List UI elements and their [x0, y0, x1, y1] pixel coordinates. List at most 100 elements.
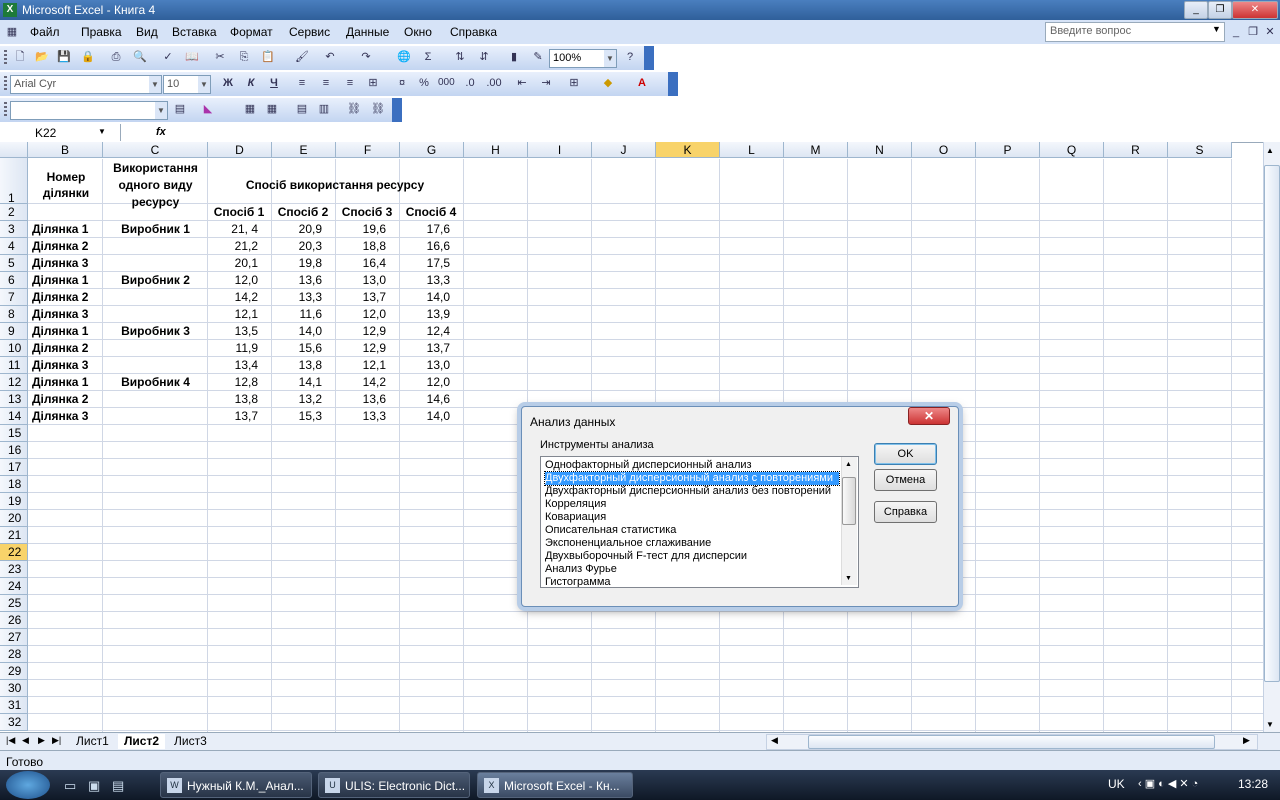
- horizontal-scroll-thumb[interactable]: [808, 735, 1215, 749]
- toolbar-grip[interactable]: [4, 76, 7, 92]
- row-header-6[interactable]: 6: [0, 272, 28, 289]
- row-header-30[interactable]: 30: [0, 680, 28, 697]
- tool-list-item[interactable]: Гистограмма: [545, 576, 611, 587]
- borders-icon[interactable]: ⊞: [566, 75, 582, 91]
- language-indicator[interactable]: UK: [1108, 777, 1125, 791]
- prev-sheet-icon[interactable]: ◀: [22, 735, 29, 746]
- cell-plot[interactable]: Ділянка 1: [32, 375, 101, 389]
- copy-icon[interactable]: ⎘: [236, 49, 252, 65]
- permission-icon[interactable]: 🔒: [80, 49, 96, 65]
- cell-value[interactable]: 13,7: [400, 341, 450, 355]
- font-select[interactable]: Arial Cyr ▼: [10, 75, 162, 94]
- font-size-select[interactable]: 10 ▼: [163, 75, 211, 94]
- task-ulis[interactable]: U ULIS: Electronic Dict...: [318, 772, 470, 798]
- row-header-9[interactable]: 9: [0, 323, 28, 340]
- link-icon[interactable]: ⛓: [346, 101, 362, 117]
- start-button-icon[interactable]: [6, 771, 50, 799]
- row-header-3[interactable]: 3: [0, 221, 28, 238]
- method-header-1[interactable]: Спосіб 1: [208, 205, 270, 219]
- cell-plot[interactable]: Ділянка 3: [32, 307, 101, 321]
- formula-bar[interactable]: [0, 124, 1280, 143]
- header-plot[interactable]: Номер ділянки: [32, 169, 100, 201]
- menu-window[interactable]: Окно: [404, 25, 432, 39]
- column-header-e[interactable]: E: [272, 142, 336, 158]
- tool-list-item[interactable]: Двухфакторный дисперсионный анализ без п…: [545, 485, 831, 498]
- row-header-15[interactable]: 15: [0, 425, 28, 442]
- column-header-p[interactable]: P: [976, 142, 1040, 158]
- cell-value[interactable]: 12,8: [208, 375, 258, 389]
- clock[interactable]: 13:28: [1238, 777, 1268, 791]
- cell-value[interactable]: 13,3: [272, 290, 322, 304]
- column-header-o[interactable]: O: [912, 142, 976, 158]
- cell-value[interactable]: 20,9: [272, 222, 322, 236]
- dialog-close-icon[interactable]: ✕: [908, 407, 950, 425]
- cell-value[interactable]: 14,6: [400, 392, 450, 406]
- method-header-3[interactable]: Спосіб 3: [336, 205, 398, 219]
- header-resource-use[interactable]: Використання одного виду ресурсу: [104, 160, 207, 211]
- sheet-tab-2[interactable]: Лист2: [118, 734, 166, 749]
- switch-windows-icon[interactable]: ▤: [112, 778, 124, 794]
- task-word-doc[interactable]: W Нужный К.М._Анал...: [160, 772, 312, 798]
- tools-listbox[interactable]: Однофакторный дисперсионный анализ Двухфа…: [540, 456, 859, 588]
- format-painter-icon[interactable]: 🖌: [294, 49, 310, 65]
- cell-value[interactable]: 19,8: [272, 256, 322, 270]
- column-header-q[interactable]: Q: [1040, 142, 1104, 158]
- doc-restore-icon[interactable]: ❐: [1245, 24, 1261, 40]
- cell-value[interactable]: 12,1: [336, 358, 386, 372]
- cell-plot[interactable]: Ділянка 2: [32, 239, 101, 253]
- cell-value[interactable]: 12,0: [208, 273, 258, 287]
- cell-value[interactable]: 13,8: [208, 392, 258, 406]
- cell-value[interactable]: 11,6: [272, 307, 322, 321]
- column-header-k[interactable]: K: [656, 142, 720, 158]
- row-header-23[interactable]: 23: [0, 561, 28, 578]
- tool-list-item[interactable]: Двухвыборочный F-тест для дисперсии: [545, 550, 747, 563]
- row-header-20[interactable]: 20: [0, 510, 28, 527]
- chart-type-icon[interactable]: ◣: [200, 101, 216, 117]
- row-header-16[interactable]: 16: [0, 442, 28, 459]
- scroll-up-icon[interactable]: ▲: [1266, 146, 1274, 155]
- align-center-icon[interactable]: ≡: [318, 75, 334, 91]
- autosum-icon[interactable]: Σ: [420, 49, 436, 65]
- tool-list-item[interactable]: Двухфакторный дисперсионный анализ с пов…: [544, 471, 840, 486]
- row-header-28[interactable]: 28: [0, 646, 28, 663]
- tool-list-item[interactable]: Анализ Фурье: [545, 563, 617, 576]
- sheet-tab-3[interactable]: Лист3: [168, 734, 213, 749]
- cell-value[interactable]: 20,3: [272, 239, 322, 253]
- column-header-m[interactable]: M: [784, 142, 848, 158]
- font-size-dropdown-icon[interactable]: ▼: [198, 76, 210, 93]
- cell-value[interactable]: 14,1: [272, 375, 322, 389]
- cell-value[interactable]: 14,0: [400, 290, 450, 304]
- show-desktop-icon[interactable]: ▭: [64, 778, 76, 794]
- ask-question-input[interactable]: Введите вопрос ▼: [1045, 22, 1225, 42]
- cell-value[interactable]: 14,2: [208, 290, 258, 304]
- column-header-b[interactable]: B: [28, 142, 103, 158]
- print-preview-icon[interactable]: 🔍: [132, 49, 148, 65]
- zoom-select[interactable]: 100% ▼: [549, 49, 617, 68]
- row-header-5[interactable]: 5: [0, 255, 28, 272]
- ask-dropdown-icon[interactable]: ▼: [1212, 24, 1221, 34]
- menu-tools[interactable]: Сервис: [289, 25, 330, 39]
- toolbar-options-icon[interactable]: [644, 46, 654, 70]
- rows-icon[interactable]: ▤: [294, 101, 310, 117]
- ok-button[interactable]: OK: [874, 443, 937, 465]
- cell-value[interactable]: 16,4: [336, 256, 386, 270]
- cell-plot[interactable]: Ділянка 3: [32, 256, 101, 270]
- cell-value[interactable]: 19,6: [336, 222, 386, 236]
- cell-value[interactable]: 13,5: [208, 324, 258, 338]
- list-scroll-thumb[interactable]: [842, 477, 856, 525]
- spelling-icon[interactable]: ✓: [160, 49, 176, 65]
- tray-icons[interactable]: ‹ ▣ ◐ ◀ ✕ ◔: [1138, 777, 1198, 790]
- cell-value[interactable]: 21,2: [208, 239, 258, 253]
- cell-value[interactable]: 13,3: [336, 409, 386, 423]
- row-header-25[interactable]: 25: [0, 595, 28, 612]
- unlink-icon[interactable]: ⛓: [370, 101, 386, 117]
- row-header-7[interactable]: 7: [0, 289, 28, 306]
- cell-value[interactable]: 14,2: [336, 375, 386, 389]
- cell-plot[interactable]: Ділянка 2: [32, 341, 101, 355]
- research-icon[interactable]: 📖: [184, 49, 200, 65]
- cell-value[interactable]: 13,7: [336, 290, 386, 304]
- cell-value[interactable]: 13,6: [272, 273, 322, 287]
- sheet-tab-1[interactable]: Лист1: [70, 734, 115, 749]
- column-header-r[interactable]: R: [1104, 142, 1168, 158]
- chart-wizard-icon[interactable]: ▮: [506, 49, 522, 65]
